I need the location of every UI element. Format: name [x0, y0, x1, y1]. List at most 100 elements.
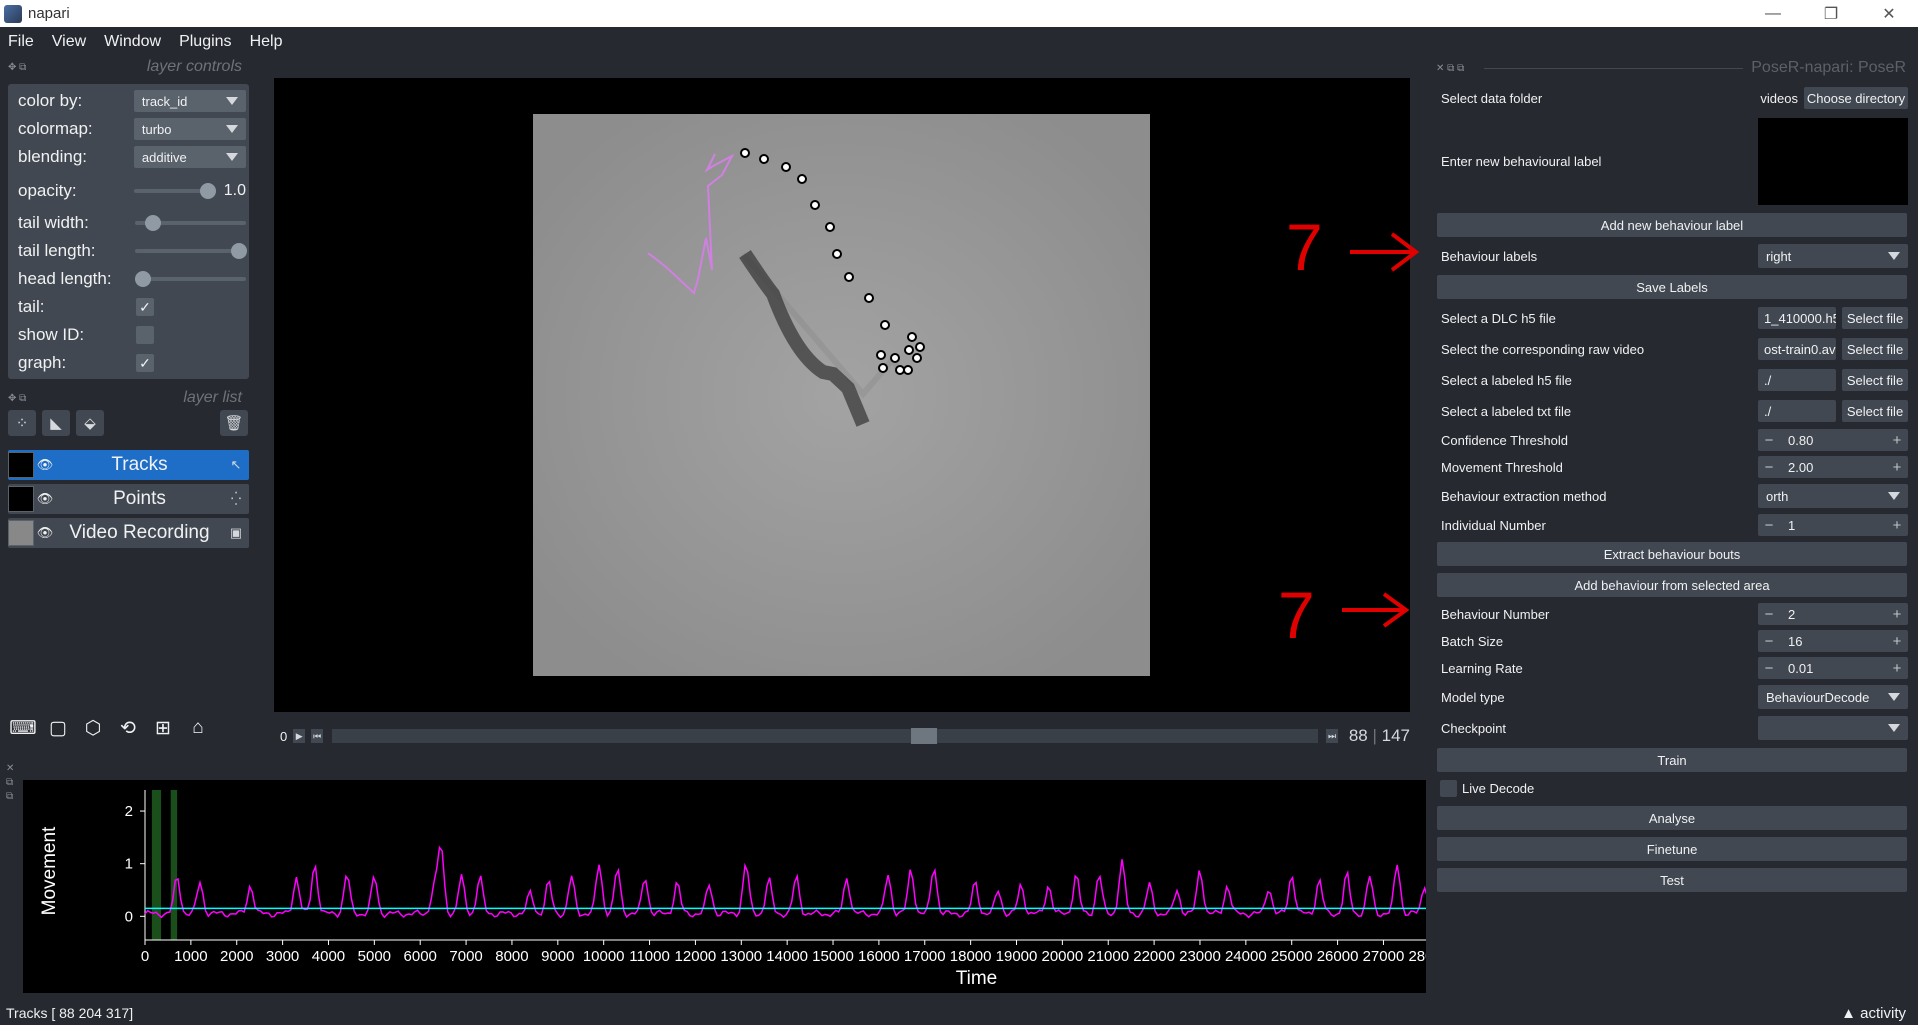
- show-id-checkbox[interactable]: [136, 326, 154, 344]
- save-labels-button[interactable]: Save Labels: [1437, 275, 1907, 299]
- minus-icon[interactable]: −: [1758, 660, 1780, 677]
- dock-float-icon[interactable]: ✥ ⧉: [8, 393, 38, 404]
- console-icon[interactable]: ⌨: [8, 713, 38, 743]
- colormap-select[interactable]: turbo: [133, 118, 246, 140]
- play-icon[interactable]: ▶: [293, 729, 306, 743]
- labeled-h5-select-file-button[interactable]: Select file: [1842, 369, 1908, 391]
- minus-icon[interactable]: −: [1758, 633, 1780, 650]
- video-frame[interactable]: [533, 114, 1150, 676]
- choose-directory-button[interactable]: Choose directory: [1804, 87, 1908, 109]
- delete-layer-icon[interactable]: 🗑: [220, 410, 248, 436]
- live-decode-label: Live Decode: [1462, 781, 1535, 796]
- finetune-button[interactable]: Finetune: [1437, 837, 1907, 861]
- eye-icon[interactable]: 👁: [34, 457, 56, 473]
- maximize-button[interactable]: ❐: [1802, 0, 1860, 27]
- minus-icon[interactable]: −: [1758, 606, 1780, 623]
- opacity-slider-handle[interactable]: [199, 183, 216, 199]
- extract-bouts-button[interactable]: Extract behaviour bouts: [1437, 542, 1907, 566]
- head-length-handle[interactable]: [134, 271, 151, 287]
- eye-icon[interactable]: 👁: [34, 491, 56, 507]
- tail-length-handle[interactable]: [230, 243, 247, 259]
- raw-video-field[interactable]: ost-train0.avi: [1758, 338, 1836, 360]
- minus-icon[interactable]: −: [1758, 432, 1780, 449]
- live-decode-checkbox[interactable]: [1440, 780, 1457, 797]
- head-length-slider[interactable]: [134, 268, 246, 290]
- opacity-slider[interactable]: [133, 180, 216, 202]
- tail-width-handle[interactable]: [144, 215, 161, 231]
- layer-item-points[interactable]: 👁 Points ⁛: [8, 484, 249, 514]
- layer-name: Video Recording: [69, 522, 210, 543]
- behaviour-labels-select[interactable]: right: [1758, 244, 1908, 268]
- new-label-textarea[interactable]: [1758, 118, 1908, 205]
- plus-icon[interactable]: +: [1886, 606, 1908, 623]
- checkpoint-select[interactable]: [1758, 716, 1908, 740]
- frame-slider-handle[interactable]: [910, 728, 937, 744]
- layer-item-video-recording[interactable]: 👁 Video Recording ▣: [8, 518, 249, 548]
- movement-threshold-spinbox[interactable]: −2.00 +: [1758, 456, 1908, 478]
- confidence-threshold-spinbox[interactable]: −0.80 +: [1758, 429, 1908, 451]
- plus-icon[interactable]: +: [1886, 660, 1908, 677]
- labeled-h5-field[interactable]: ./: [1758, 369, 1836, 391]
- dock-float-icon[interactable]: ✥ ⧉: [8, 62, 38, 73]
- behaviour-number-spinbox[interactable]: −2 +: [1758, 603, 1908, 625]
- minus-icon[interactable]: −: [1758, 459, 1780, 476]
- dock-controls-icon[interactable]: ✕ ⧉ ⧉: [1436, 63, 1476, 74]
- train-button[interactable]: Train: [1437, 748, 1907, 772]
- labeled-txt-field[interactable]: ./: [1758, 400, 1836, 422]
- learning-rate-spinbox[interactable]: −0.01 +: [1758, 657, 1908, 679]
- menu-window[interactable]: Window: [104, 33, 161, 51]
- dock-controls-icon[interactable]: ✕ ⧉ ⧉: [6, 762, 14, 804]
- tail-width-slider[interactable]: [134, 212, 246, 234]
- roll-icon[interactable]: ⟲: [113, 713, 143, 743]
- menu-view[interactable]: View: [52, 33, 86, 51]
- menu-help[interactable]: Help: [250, 33, 283, 51]
- dlc-file-field[interactable]: 1_410000.h5: [1758, 307, 1836, 329]
- dlc-select-file-button[interactable]: Select file: [1842, 307, 1908, 329]
- tail-length-slider[interactable]: [134, 240, 247, 262]
- labeled-txt-select-file-button[interactable]: Select file: [1842, 400, 1908, 422]
- frame-slider[interactable]: [332, 728, 1318, 744]
- square-icon[interactable]: ▢: [43, 713, 73, 743]
- analyse-button[interactable]: Analyse: [1437, 806, 1907, 830]
- plus-icon[interactable]: +: [1886, 459, 1908, 476]
- activity-button[interactable]: ▲ activity: [1841, 1005, 1906, 1022]
- new-labels-layer-icon[interactable]: ⬙: [76, 410, 104, 436]
- test-button[interactable]: Test: [1437, 868, 1907, 892]
- plus-icon[interactable]: +: [1886, 517, 1908, 534]
- labeled-txt-label: Select a labeled txt file: [1441, 404, 1572, 419]
- layer-item-tracks[interactable]: 👁 Tracks ↖: [8, 450, 249, 480]
- add-behaviour-label-button[interactable]: Add new behaviour label: [1437, 213, 1907, 237]
- close-button[interactable]: ✕: [1860, 0, 1918, 27]
- plus-icon[interactable]: +: [1886, 432, 1908, 449]
- new-points-layer-icon[interactable]: ⁘: [8, 410, 36, 436]
- color-by-select[interactable]: track_id: [133, 90, 246, 112]
- tail-width-row: tail width:: [18, 211, 246, 235]
- batch-size-spinbox[interactable]: −16 +: [1758, 630, 1908, 652]
- extraction-method-select[interactable]: orth: [1758, 484, 1908, 508]
- graph-checkbox[interactable]: ✓: [136, 354, 154, 372]
- menu-file[interactable]: File: [8, 33, 34, 51]
- blending-select[interactable]: additive: [133, 146, 246, 168]
- new-shapes-layer-icon[interactable]: ◣: [42, 410, 70, 436]
- plus-icon[interactable]: +: [1886, 633, 1908, 650]
- step-back-icon[interactable]: ⏮: [311, 729, 324, 743]
- opacity-label: opacity:: [18, 181, 77, 200]
- individual-number-spinbox[interactable]: −1 +: [1758, 514, 1908, 536]
- x-tick-label: 4000: [312, 948, 345, 965]
- keypoint: [904, 345, 914, 355]
- raw-video-select-file-button[interactable]: Select file: [1842, 338, 1908, 360]
- tail-checkbox[interactable]: ✓: [136, 298, 154, 316]
- keypoint: [915, 342, 925, 352]
- x-tick-label: 27000: [1363, 948, 1405, 965]
- grid-icon[interactable]: ⊞: [148, 713, 178, 743]
- x-tick-label: 25000: [1271, 948, 1313, 965]
- model-type-select[interactable]: BehaviourDecode: [1758, 685, 1908, 709]
- minus-icon[interactable]: −: [1758, 517, 1780, 534]
- home-icon[interactable]: ⌂: [183, 713, 213, 743]
- step-forward-icon[interactable]: ⏭: [1326, 729, 1338, 743]
- eye-icon[interactable]: 👁: [34, 525, 56, 541]
- minimize-button[interactable]: —: [1744, 0, 1802, 27]
- menu-plugins[interactable]: Plugins: [179, 33, 231, 51]
- 3d-cube-icon[interactable]: ⬡: [78, 713, 108, 743]
- add-from-area-button[interactable]: Add behaviour from selected area: [1437, 573, 1907, 597]
